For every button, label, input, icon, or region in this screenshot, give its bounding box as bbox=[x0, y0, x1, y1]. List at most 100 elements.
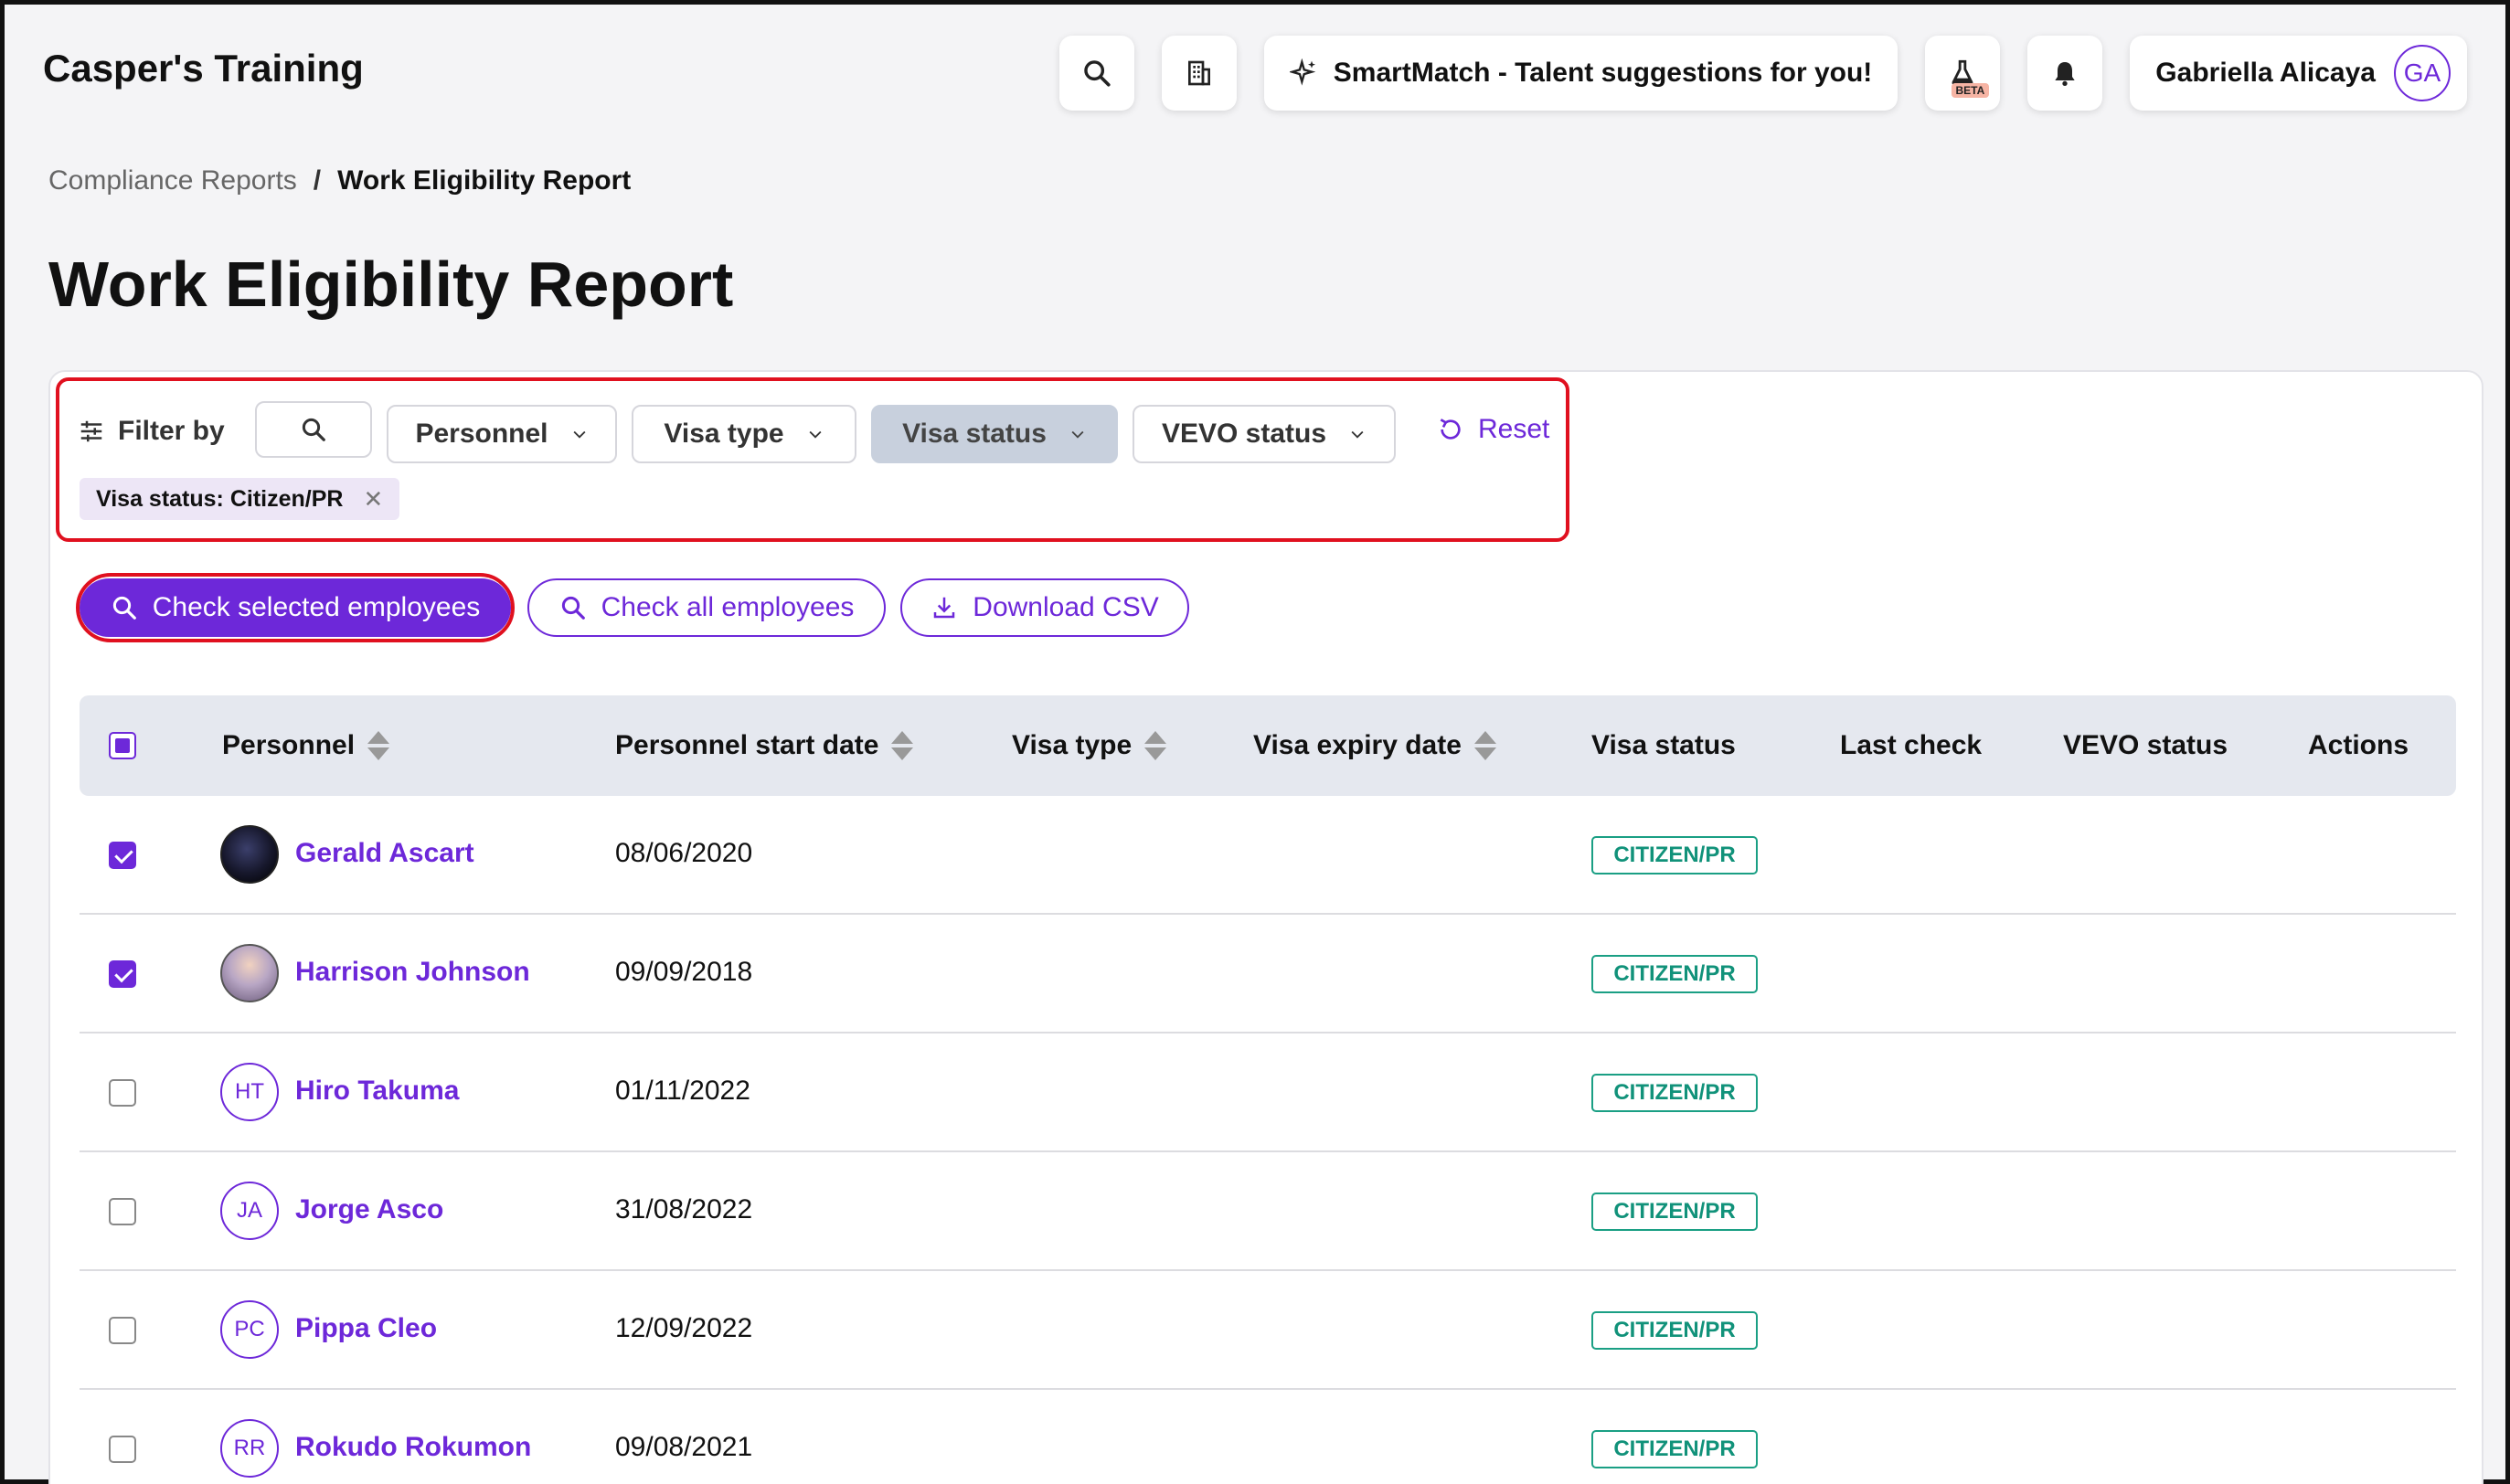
avatar: JA bbox=[220, 1182, 279, 1240]
company-button[interactable] bbox=[1161, 36, 1237, 111]
chevron-down-icon bbox=[809, 430, 822, 439]
column-header-personnel[interactable]: Personnel bbox=[222, 695, 390, 796]
breadcrumb-current: Work Eligibility Report bbox=[337, 165, 632, 196]
global-search-button[interactable] bbox=[1058, 36, 1134, 111]
select-all-checkbox[interactable] bbox=[109, 732, 136, 759]
column-header-start-date[interactable]: Personnel start date bbox=[615, 695, 914, 796]
row-checkbox[interactable] bbox=[109, 1436, 136, 1463]
sort-icon[interactable] bbox=[1144, 731, 1167, 760]
visa-type-filter-dropdown[interactable]: Visa type bbox=[632, 405, 856, 463]
check-selected-employees-button[interactable]: Check selected employees bbox=[80, 578, 511, 637]
dropdown-label: VEVO status bbox=[1161, 419, 1327, 449]
personnel-name-link[interactable]: Jorge Asco bbox=[295, 1194, 443, 1225]
user-name: Gabriella Alicaya bbox=[2155, 58, 2376, 88]
row-checkbox[interactable] bbox=[109, 1198, 136, 1225]
filter-search-button[interactable] bbox=[255, 401, 372, 458]
download-csv-button[interactable]: Download CSV bbox=[900, 578, 1189, 637]
download-icon bbox=[934, 597, 955, 619]
start-date: 31/08/2022 bbox=[615, 1194, 753, 1224]
personnel-name-link[interactable]: Pippa Cleo bbox=[295, 1313, 437, 1344]
visa-status-filter-dropdown[interactable]: Visa status bbox=[871, 405, 1118, 463]
check-all-employees-button[interactable]: Check all employees bbox=[527, 578, 886, 637]
start-date: 01/11/2022 bbox=[615, 1076, 750, 1106]
app-title: Casper's Training bbox=[43, 47, 364, 90]
sort-icon[interactable] bbox=[367, 731, 390, 760]
table-header: Personnel Personnel start date Visa type… bbox=[80, 695, 2456, 796]
sort-icon[interactable] bbox=[891, 731, 914, 760]
vevo-status-filter-dropdown[interactable]: VEVO status bbox=[1133, 405, 1396, 463]
table-row: JA Jorge Asco 31/08/2022 CITIZEN/PR bbox=[80, 1152, 2456, 1271]
column-header-visa-type[interactable]: Visa type bbox=[1012, 695, 1167, 796]
active-filter-chip: Visa status: Citizen/PR ✕ bbox=[80, 478, 400, 520]
start-date: 09/08/2021 bbox=[615, 1432, 753, 1462]
column-label: Visa type bbox=[1012, 730, 1133, 760]
column-header-visa-expiry[interactable]: Visa expiry date bbox=[1253, 695, 1496, 796]
row-checkbox[interactable] bbox=[109, 1079, 136, 1107]
breadcrumb-compliance-reports[interactable]: Compliance Reports bbox=[48, 165, 297, 196]
column-label: Last check bbox=[1840, 730, 1983, 760]
column-header-last-check: Last check bbox=[1840, 695, 1982, 796]
personnel-filter-dropdown[interactable]: Personnel bbox=[387, 405, 617, 463]
page-title: Work Eligibility Report bbox=[48, 249, 734, 320]
column-label: Actions bbox=[2308, 730, 2409, 760]
column-label: Personnel bbox=[222, 730, 356, 760]
user-menu-button[interactable]: Gabriella Alicaya GA bbox=[2130, 36, 2467, 111]
column-header-vevo-status: VEVO status bbox=[2063, 695, 2228, 796]
column-label: Personnel start date bbox=[615, 730, 879, 760]
chevron-down-icon bbox=[1071, 430, 1084, 439]
smartmatch-label: SmartMatch - Talent suggestions for you! bbox=[1333, 58, 1873, 88]
start-date: 12/09/2022 bbox=[615, 1313, 753, 1343]
dropdown-label: Visa type bbox=[664, 419, 784, 449]
column-label: Visa expiry date bbox=[1253, 730, 1462, 760]
beta-badge: BETA bbox=[1951, 83, 1990, 98]
avatar bbox=[220, 825, 279, 884]
notifications-button[interactable] bbox=[2027, 36, 2103, 111]
start-date: 09/09/2018 bbox=[615, 957, 753, 987]
visa-status-badge: CITIZEN/PR bbox=[1591, 836, 1758, 874]
button-label: Download CSV bbox=[973, 592, 1159, 622]
search-icon bbox=[1084, 60, 1111, 87]
breadcrumb-separator: / bbox=[313, 165, 322, 196]
table-row: HT Hiro Takuma 01/11/2022 CITIZEN/PR bbox=[80, 1034, 2456, 1152]
table-row: Harrison Johnson 09/09/2018 CITIZEN/PR bbox=[80, 915, 2456, 1034]
filter-label: Filter by bbox=[78, 416, 225, 447]
column-header-visa-status: Visa status bbox=[1591, 695, 1736, 796]
visa-status-badge: CITIZEN/PR bbox=[1591, 1074, 1758, 1112]
sliders-icon bbox=[80, 420, 102, 442]
row-checkbox[interactable] bbox=[109, 1317, 136, 1344]
search-icon bbox=[302, 418, 325, 441]
column-label: Visa status bbox=[1591, 730, 1736, 760]
reset-filters-button[interactable]: Reset bbox=[1436, 414, 1549, 445]
chevron-down-icon bbox=[573, 430, 586, 439]
user-avatar: GA bbox=[2394, 45, 2451, 101]
start-date: 08/06/2020 bbox=[615, 838, 753, 868]
sparkle-icon bbox=[1289, 58, 1316, 86]
avatar: RR bbox=[220, 1419, 279, 1478]
beta-labs-button[interactable]: BETA bbox=[1925, 36, 2001, 111]
refresh-icon bbox=[1440, 419, 1461, 440]
building-icon bbox=[1187, 60, 1210, 86]
breadcrumb: Compliance Reports / Work Eligibility Re… bbox=[48, 165, 631, 196]
visa-status-badge: CITIZEN/PR bbox=[1591, 1430, 1758, 1468]
avatar bbox=[220, 944, 279, 1002]
dropdown-label: Visa status bbox=[902, 419, 1047, 449]
top-actions: SmartMatch - Talent suggestions for you!… bbox=[1058, 36, 2467, 111]
smartmatch-button[interactable]: SmartMatch - Talent suggestions for you! bbox=[1263, 36, 1898, 111]
personnel-name-link[interactable]: Rokudo Rokumon bbox=[295, 1432, 531, 1463]
dropdown-label: Personnel bbox=[415, 419, 548, 449]
table-row: Gerald Ascart 08/06/2020 CITIZEN/PR bbox=[80, 796, 2456, 915]
avatar: HT bbox=[220, 1063, 279, 1121]
search-icon bbox=[561, 596, 585, 620]
personnel-name-link[interactable]: Hiro Takuma bbox=[295, 1076, 460, 1107]
chip-label: Visa status: Citizen/PR bbox=[96, 485, 344, 512]
close-icon[interactable]: ✕ bbox=[363, 485, 383, 514]
button-label: Check all employees bbox=[601, 592, 855, 622]
reset-label: Reset bbox=[1478, 414, 1550, 444]
personnel-name-link[interactable]: Gerald Ascart bbox=[295, 838, 474, 869]
personnel-name-link[interactable]: Harrison Johnson bbox=[295, 957, 530, 988]
row-checkbox[interactable] bbox=[109, 960, 136, 988]
table-row: PC Pippa Cleo 12/09/2022 CITIZEN/PR bbox=[80, 1271, 2456, 1390]
sort-icon[interactable] bbox=[1473, 731, 1496, 760]
row-checkbox[interactable] bbox=[109, 842, 136, 869]
avatar: PC bbox=[220, 1300, 279, 1359]
